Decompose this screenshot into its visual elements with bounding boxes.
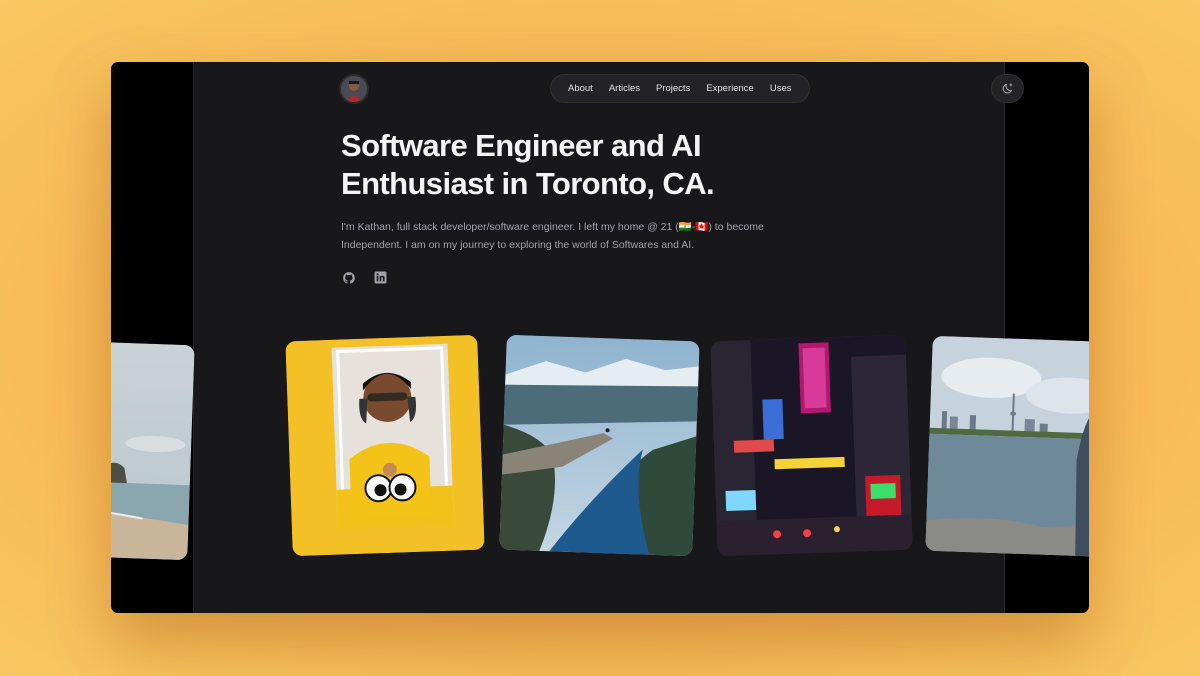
selfie-headphones-photo [285,334,485,557]
toronto-skyline-photo [925,335,1089,558]
github-link[interactable] [341,270,356,285]
browser-window: About Articles Projects Experience Uses … [111,62,1089,613]
avatar-image [341,76,367,102]
bio-text: I'm Kathan, full stack developer/softwar… [341,221,764,251]
github-icon [342,271,355,284]
linkedin-icon [374,271,387,284]
beach-cliffs-photo [111,338,195,561]
nav-about[interactable]: About [560,74,601,103]
linkedin-link[interactable] [373,270,388,285]
moon-sparkle-icon [1002,82,1013,93]
fjord-cliff-photo [499,334,700,557]
neon-city-street-photo [710,334,913,557]
photo-gallery [111,334,1089,564]
home-avatar-link[interactable] [341,76,367,102]
page-title: Software Engineer and AI Enthusiast in T… [341,127,761,203]
main-nav: About Articles Projects Experience Uses [550,74,810,103]
nav-experience[interactable]: Experience [698,74,762,103]
page-title-line1: Software Engineer and AI [341,128,702,163]
theme-toggle-button[interactable] [991,74,1024,103]
nav-uses[interactable]: Uses [762,74,800,103]
social-links [341,270,388,285]
nav-articles[interactable]: Articles [601,74,648,103]
page-title-line2: Enthusiast in Toronto, CA. [341,166,715,201]
nav-projects[interactable]: Projects [648,74,698,103]
